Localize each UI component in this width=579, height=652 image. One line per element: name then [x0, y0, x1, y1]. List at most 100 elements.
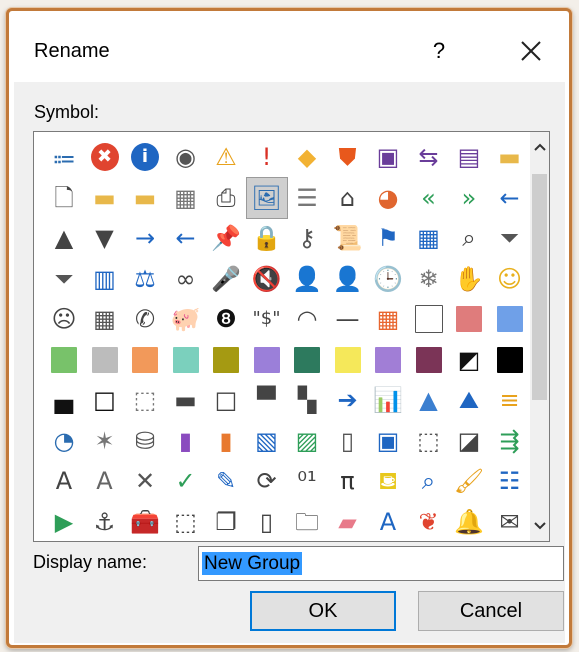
ok-button[interactable]: OK — [250, 591, 396, 631]
scroll-page-icon[interactable]: ▯ — [328, 421, 368, 461]
scroll-down-button[interactable] — [530, 511, 549, 541]
color-grid-icon[interactable]: ▦ — [368, 299, 408, 339]
close-button[interactable] — [516, 36, 546, 66]
pie-slice-icon[interactable]: ◔ — [44, 421, 84, 461]
ruler-pencil-icon[interactable]: ✎ — [206, 461, 246, 501]
pi-icon[interactable]: π — [328, 461, 368, 501]
secure-share-icon[interactable]: ⇆ — [409, 137, 449, 177]
border-bottom-icon[interactable]: ▄ — [44, 380, 84, 420]
olive-square-icon[interactable] — [206, 340, 246, 380]
orange-book-icon[interactable]: ▮ — [206, 421, 246, 461]
triangle-up-icon[interactable]: ▲ — [44, 218, 84, 258]
checkmark-icon[interactable]: ✓ — [166, 461, 206, 501]
contact-card-icon[interactable]: ▣ — [368, 421, 408, 461]
double-left-arrow-icon[interactable]: « — [409, 178, 449, 218]
calendar-table-icon[interactable]: ▦ — [409, 218, 449, 258]
save-all-icon[interactable]: ▤ — [449, 137, 489, 177]
lock-icon[interactable]: 🔒 — [247, 218, 287, 258]
save-icon[interactable]: ▣ — [368, 137, 408, 177]
scroll-icon[interactable]: 📜 — [328, 218, 368, 258]
right-arrow-icon[interactable]: → — [125, 218, 165, 258]
dash-line-icon[interactable]: — — [328, 299, 368, 339]
play-icon[interactable]: ▶ — [44, 502, 84, 542]
left-arrow-icon[interactable]: ← — [490, 178, 530, 218]
exclamation-icon[interactable]: ! — [247, 137, 287, 177]
zoom-icon[interactable]: ⌕ — [409, 461, 449, 501]
text-a-filled-icon[interactable]: A — [85, 461, 125, 501]
eye-arc-icon[interactable]: ◠ — [287, 299, 327, 339]
eight-ball-icon[interactable]: ❽ — [206, 299, 246, 339]
document-icon[interactable]: 🗋 — [44, 178, 84, 218]
cross-icon[interactable]: ✕ — [125, 461, 165, 501]
crop-grid-icon[interactable]: ⬚ — [409, 421, 449, 461]
scroll-up-button[interactable] — [530, 132, 549, 162]
smiley-icon[interactable]: ☺ — [490, 259, 530, 299]
scroll-thumb[interactable] — [532, 174, 547, 400]
binary-icon[interactable]: ⁰¹ — [287, 461, 327, 501]
refresh-icon[interactable]: ⟳ — [247, 461, 287, 501]
microphone-icon[interactable]: 🎤 — [206, 259, 246, 299]
sad-face-icon[interactable]: ☹ — [44, 299, 84, 339]
piggy-bank-icon[interactable]: 🐖 — [166, 299, 206, 339]
error-icon[interactable]: ✖ — [85, 137, 125, 177]
folder-icon[interactable]: ▬ — [490, 137, 530, 177]
checker-icon[interactable]: ▚ — [287, 380, 327, 420]
blue-square-icon[interactable] — [490, 299, 530, 339]
table-view-icon[interactable]: ▦ — [166, 178, 206, 218]
bell-icon[interactable]: 🔔 — [449, 502, 489, 542]
landscape-icon[interactable]: ▨ — [287, 421, 327, 461]
person-icon[interactable]: 👤 — [328, 259, 368, 299]
pin-icon[interactable]: 📌 — [206, 218, 246, 258]
calculator-icon[interactable]: ▦ — [85, 299, 125, 339]
scales-icon[interactable]: ⚖ — [125, 259, 165, 299]
shield-icon[interactable]: ⛊ — [328, 137, 368, 177]
yellow-square-icon[interactable] — [328, 340, 368, 380]
printer-icon[interactable]: ⎙ — [206, 178, 246, 218]
filter-icon[interactable]: ⏷ — [490, 218, 530, 258]
thin-square-icon[interactable]: □ — [206, 380, 246, 420]
text-a-box-icon[interactable]: A — [44, 461, 84, 501]
pie-chart-icon[interactable]: ◕ — [368, 178, 408, 218]
tablet-icon[interactable]: ▯ — [247, 502, 287, 542]
snowflake-icon[interactable]: ❄ — [409, 259, 449, 299]
cylinders-icon[interactable]: ⛁ — [125, 421, 165, 461]
envelope-open-icon[interactable]: ✉ — [490, 502, 530, 542]
stop-record-icon[interactable]: ◉ — [166, 137, 206, 177]
document-list-icon[interactable]: ☰ — [287, 178, 327, 218]
border-top-icon[interactable]: ▀ — [247, 380, 287, 420]
bar-chart-icon[interactable]: 📊 — [368, 380, 408, 420]
maroon-square-icon[interactable] — [409, 340, 449, 380]
purple-square-icon[interactable] — [368, 340, 408, 380]
purple-book-icon[interactable]: ▮ — [166, 421, 206, 461]
folders-icon[interactable]: ▬ — [125, 178, 165, 218]
horizontal-bars-icon[interactable]: ≡ — [490, 380, 530, 420]
toolbox-icon[interactable]: 🧰 — [125, 502, 165, 542]
folder-green-icon[interactable]: ▬ — [85, 178, 125, 218]
warning-diamond-icon[interactable]: ◆ — [287, 137, 327, 177]
outline-square-icon[interactable]: □ — [85, 380, 125, 420]
dollar-quote-icon[interactable]: "$" — [247, 299, 287, 339]
half-black-square-icon[interactable]: ◩ — [449, 340, 489, 380]
lasso-add-icon[interactable]: ⬚ — [166, 502, 206, 542]
org-chart-icon[interactable]: ⩴ — [44, 137, 84, 177]
black-square-icon[interactable] — [490, 340, 530, 380]
green-square-icon[interactable] — [44, 340, 84, 380]
filter-dark-icon[interactable]: ⏷ — [44, 259, 84, 299]
open-folder-icon[interactable]: 🗀 — [287, 502, 327, 542]
picture-icon[interactable]: 🖼 — [245, 176, 288, 219]
person-tie-icon[interactable]: 👤 — [287, 259, 327, 299]
key-icon[interactable]: ⚷ — [287, 218, 327, 258]
italic-a-icon[interactable]: A — [368, 502, 408, 542]
book-icon[interactable]: ▥ — [85, 259, 125, 299]
clock-icon[interactable]: 🕒 — [368, 259, 408, 299]
vertical-scrollbar[interactable] — [530, 132, 549, 541]
phone-icon[interactable]: ✆ — [125, 299, 165, 339]
eraser-icon[interactable]: ▰ — [328, 502, 368, 542]
search-icon[interactable]: ⌕ — [449, 218, 489, 258]
help-button[interactable]: ? — [429, 36, 449, 66]
flag-icon[interactable]: ⚑ — [368, 218, 408, 258]
forward-circle-icon[interactable]: ➔ — [328, 380, 368, 420]
dotted-square-icon[interactable]: ⬚ — [125, 380, 165, 420]
dark-green-square-icon[interactable] — [287, 340, 327, 380]
triangle-square-icon[interactable]: ◪ — [449, 421, 489, 461]
